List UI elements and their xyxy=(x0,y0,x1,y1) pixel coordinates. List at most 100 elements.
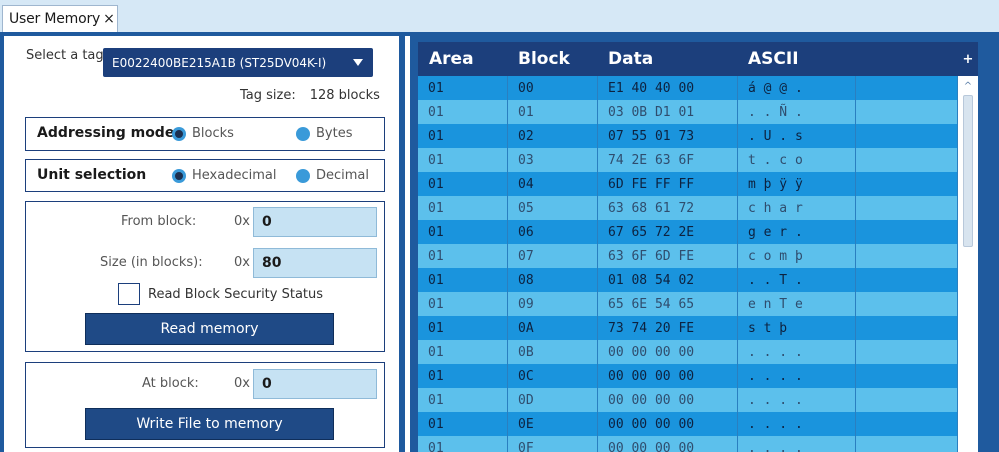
tab-label: User Memory xyxy=(9,11,101,27)
right-border xyxy=(978,32,999,452)
cell-ascii: c o m þ xyxy=(738,244,856,268)
table-row[interactable]: 01 08 01 08 54 02. . T . xyxy=(418,268,958,292)
cell-data: 01 08 54 02 xyxy=(598,268,738,292)
header-block: Block xyxy=(518,49,570,69)
tab-bar: User Memory × xyxy=(0,0,999,32)
table-header: Area Block Data ASCII xyxy=(418,42,958,76)
scrollbar-thumb[interactable] xyxy=(963,95,973,247)
cell-area: 01 xyxy=(418,316,508,340)
at-block-label: At block: xyxy=(142,376,199,391)
cell-ascii: á @ @ . xyxy=(738,76,856,100)
from-block-input[interactable]: 0 xyxy=(253,207,377,237)
cell-area: 01 xyxy=(418,76,508,100)
read-memory-button[interactable]: Read memory xyxy=(85,313,334,345)
cell-data: 07 55 01 73 xyxy=(598,124,738,148)
close-icon[interactable]: × xyxy=(103,11,115,27)
cell-block: 02 xyxy=(508,124,598,148)
cell-ascii: c h a r xyxy=(738,196,856,220)
cell-ascii: . . T . xyxy=(738,268,856,292)
cell-ascii: s t þ xyxy=(738,316,856,340)
cell-block: 0C xyxy=(508,364,598,388)
table-row[interactable]: 01 01 03 0B D1 01. . Ñ . xyxy=(418,100,958,124)
addressing-mode-title: Addressing mode xyxy=(37,125,175,141)
header-area: Area xyxy=(429,49,474,69)
cell-block: 0A xyxy=(508,316,598,340)
from-block-prefix: 0x xyxy=(234,214,250,229)
cell-area: 01 xyxy=(418,364,508,388)
radio-decimal[interactable]: Decimal xyxy=(296,168,369,183)
table-row[interactable]: 01 0B 00 00 00 00. . . . xyxy=(418,340,958,364)
size-blocks-prefix: 0x xyxy=(234,255,250,270)
cell-ascii: . . . . xyxy=(738,412,856,436)
cell-block: 04 xyxy=(508,172,598,196)
cell-empty xyxy=(856,340,958,364)
cell-ascii: . U . s xyxy=(738,124,856,148)
cell-block: 09 xyxy=(508,292,598,316)
cell-block: 01 xyxy=(508,100,598,124)
cell-data: 74 2E 63 6F xyxy=(598,148,738,172)
table-row[interactable]: 01 0D 00 00 00 00. . . . xyxy=(418,388,958,412)
cell-empty xyxy=(856,244,958,268)
cell-ascii: . . Ñ . xyxy=(738,100,856,124)
cell-data: 00 00 00 00 xyxy=(598,340,738,364)
header-data: Data xyxy=(608,49,654,69)
radio-selected-icon xyxy=(172,126,186,141)
size-blocks-label: Size (in blocks): xyxy=(100,255,203,270)
radio-hexadecimal[interactable]: Hexadecimal xyxy=(172,168,276,183)
table-row[interactable]: 01 09 65 6E 54 65 e n T e xyxy=(418,292,958,316)
radio-unselected-icon xyxy=(296,168,310,183)
cell-block: 06 xyxy=(508,220,598,244)
cell-data: 65 6E 54 65 xyxy=(598,292,738,316)
table-row[interactable]: 01 02 07 55 01 73. U . s xyxy=(418,124,958,148)
tag-size-label: Tag size: xyxy=(240,88,296,103)
tag-select[interactable]: E0022400BE215A1B (ST25DV04K-I) xyxy=(103,48,373,77)
plus-icon[interactable]: + xyxy=(958,42,978,76)
cell-area: 01 xyxy=(418,148,508,172)
cell-data: 73 74 20 FE xyxy=(598,316,738,340)
table-row[interactable]: 01 0F 00 00 00 00. . . . xyxy=(418,436,958,452)
read-security-label: Read Block Security Status xyxy=(148,287,324,302)
main-container: Select a tag: E0022400BE215A1B (ST25DV04… xyxy=(0,32,999,452)
cell-ascii: . . . . xyxy=(738,388,856,412)
at-block-input[interactable]: 0 xyxy=(253,369,377,399)
cell-area: 01 xyxy=(418,220,508,244)
write-file-button[interactable]: Write File to memory xyxy=(85,408,334,440)
addressing-mode-box: Addressing mode Blocks Bytes xyxy=(25,117,385,151)
table-row[interactable]: 01 06 67 65 72 2E g e r . xyxy=(418,220,958,244)
cell-empty xyxy=(856,172,958,196)
radio-bytes-label: Bytes xyxy=(316,126,353,141)
radio-blocks[interactable]: Blocks xyxy=(172,126,234,141)
scroll-up-icon[interactable]: ^ xyxy=(960,80,976,92)
table-row[interactable]: 01 04 6D FE FF FF m þ ÿ ÿ xyxy=(418,172,958,196)
radio-bytes[interactable]: Bytes xyxy=(296,126,352,141)
cell-data: 00 00 00 00 xyxy=(598,412,738,436)
radio-hexadecimal-label: Hexadecimal xyxy=(192,168,277,183)
cell-block: 05 xyxy=(508,196,598,220)
table-row[interactable]: 01 0C 00 00 00 00. . . . xyxy=(418,364,958,388)
read-security-checkbox[interactable] xyxy=(118,283,140,305)
read-memory-box: From block: 0x 0 Size (in blocks): 0x 80… xyxy=(25,201,385,352)
table-row[interactable]: 01 00 E1 40 40 00 á @ @ . xyxy=(418,76,958,100)
tab-user-memory[interactable]: User Memory × xyxy=(2,5,118,32)
table-row[interactable]: 01 0E 00 00 00 00. . . . xyxy=(418,412,958,436)
cell-block: 03 xyxy=(508,148,598,172)
cell-block: 07 xyxy=(508,244,598,268)
cell-area: 01 xyxy=(418,124,508,148)
cell-ascii: . . . . xyxy=(738,436,856,452)
table-row[interactable]: 01 07 63 6F 6D FE c o m þ xyxy=(418,244,958,268)
cell-block: 0F xyxy=(508,436,598,452)
cell-empty xyxy=(856,364,958,388)
radio-blocks-label: Blocks xyxy=(192,126,234,141)
cell-empty xyxy=(856,436,958,452)
cell-data: 6D FE FF FF xyxy=(598,172,738,196)
table-row[interactable]: 01 0A 73 74 20 FE s t þ xyxy=(418,316,958,340)
cell-data: 00 00 00 00 xyxy=(598,388,738,412)
header-ascii: ASCII xyxy=(748,49,799,69)
cell-area: 01 xyxy=(418,244,508,268)
cell-block: 08 xyxy=(508,268,598,292)
radio-unselected-icon xyxy=(296,126,310,141)
cell-ascii: . . . . xyxy=(738,340,856,364)
table-row[interactable]: 01 05 63 68 61 72 c h a r xyxy=(418,196,958,220)
size-blocks-input[interactable]: 80 xyxy=(253,248,377,278)
table-row[interactable]: 01 03 74 2E 63 6F t . c o xyxy=(418,148,958,172)
